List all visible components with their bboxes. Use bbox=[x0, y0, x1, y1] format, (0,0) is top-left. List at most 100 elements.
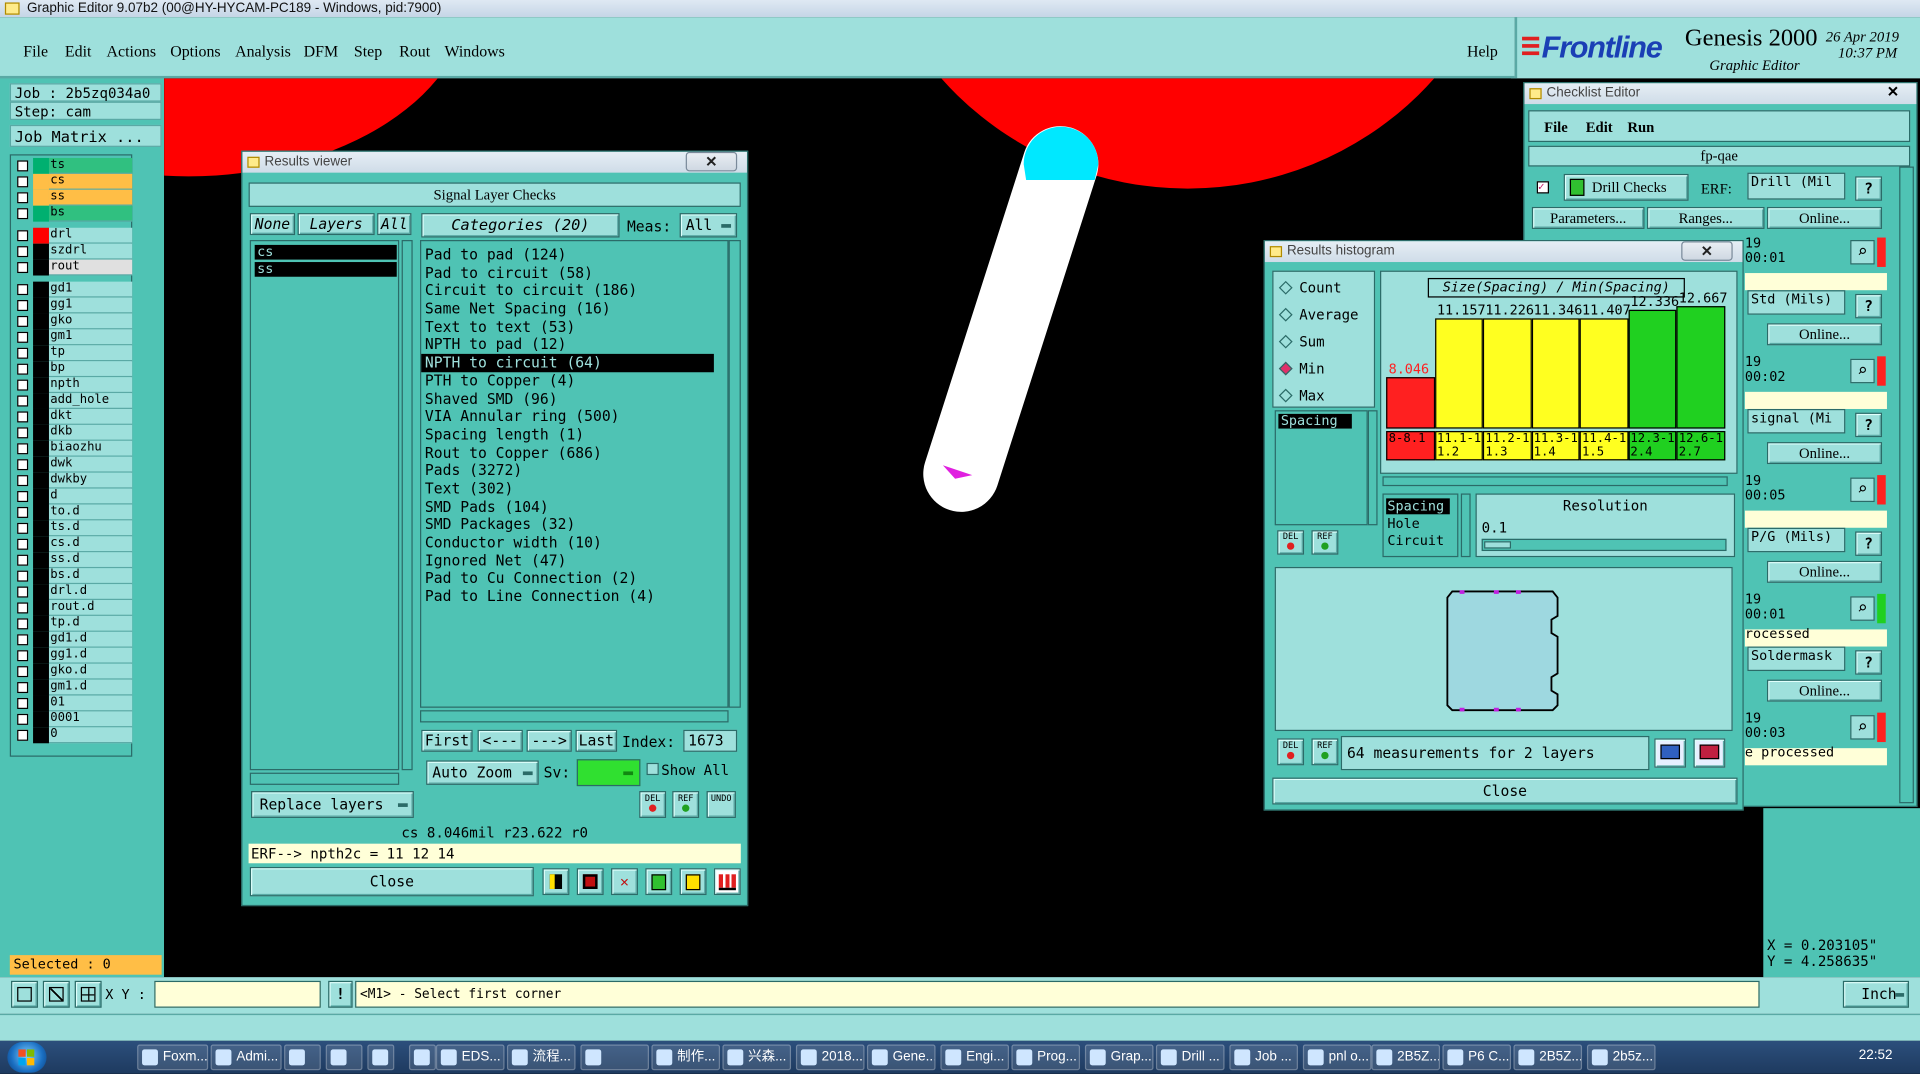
category-item[interactable]: Shaved SMD (96) bbox=[421, 390, 727, 408]
category-item[interactable]: Rout to Copper (686) bbox=[421, 444, 727, 462]
taskbar-item[interactable]: pnl o... bbox=[1302, 1044, 1372, 1071]
layer-color-swatch[interactable] bbox=[33, 189, 49, 206]
category-item[interactable]: Text to text (53) bbox=[421, 318, 727, 336]
layer-row[interactable]: bs bbox=[12, 205, 133, 222]
layer-checkbox[interactable] bbox=[17, 176, 29, 188]
layer-row[interactable]: ss.d bbox=[12, 552, 133, 569]
zoom-tool-button[interactable] bbox=[11, 980, 38, 1008]
layer-color-swatch[interactable] bbox=[33, 243, 49, 260]
delete-result-button[interactable]: DEL bbox=[639, 791, 667, 818]
layer-row[interactable]: 01 bbox=[12, 695, 133, 712]
layer-row[interactable]: gd1.d bbox=[12, 631, 133, 648]
start-button[interactable] bbox=[7, 1042, 47, 1073]
xy-input[interactable] bbox=[154, 980, 321, 1008]
layer-checkbox[interactable] bbox=[17, 411, 29, 423]
layer-checkbox[interactable] bbox=[17, 363, 29, 375]
delete-button[interactable]: DEL bbox=[1277, 530, 1305, 555]
histogram-bar[interactable] bbox=[1531, 318, 1580, 429]
histogram-bar[interactable] bbox=[1627, 309, 1677, 429]
tool-icon[interactable] bbox=[576, 868, 604, 896]
layer-checkbox[interactable] bbox=[17, 713, 29, 725]
layer-color-swatch[interactable] bbox=[33, 488, 49, 505]
scrollbar[interactable] bbox=[1460, 493, 1471, 558]
menu-actions[interactable]: Actions bbox=[107, 42, 157, 62]
layer-row[interactable]: drl bbox=[12, 227, 133, 244]
layer-checkbox[interactable] bbox=[17, 506, 29, 518]
check-erf-field[interactable]: Soldermask bbox=[1747, 646, 1846, 672]
help-button[interactable]: ? bbox=[1855, 412, 1883, 438]
layer-checkbox[interactable] bbox=[17, 284, 29, 296]
layer-checkbox[interactable] bbox=[17, 697, 29, 709]
layer-row[interactable]: npth bbox=[12, 377, 133, 394]
layer-row[interactable]: d bbox=[12, 488, 133, 505]
layer-color-swatch[interactable] bbox=[33, 472, 49, 489]
resolution-slider[interactable] bbox=[1481, 538, 1727, 552]
replace-layers-button[interactable]: Replace layers bbox=[251, 791, 414, 818]
statistic-radio-min[interactable]: Min bbox=[1278, 360, 1325, 377]
checklist-menu-run[interactable]: Run bbox=[1627, 119, 1654, 137]
taskbar-item[interactable]: Grap... bbox=[1084, 1044, 1154, 1071]
layer-row[interactable]: add_hole bbox=[12, 393, 133, 409]
taskbar-item[interactable]: Drill ... bbox=[1155, 1044, 1225, 1071]
parameters-button[interactable]: Parameters... bbox=[1531, 206, 1645, 229]
layer-row[interactable]: dwk bbox=[12, 456, 133, 473]
category-item[interactable]: NPTH to circuit (64) bbox=[421, 354, 714, 373]
layer-checkbox[interactable] bbox=[17, 475, 29, 487]
layer-row[interactable]: bp bbox=[12, 361, 133, 378]
category-item[interactable]: Text (302) bbox=[421, 480, 727, 498]
layer-color-swatch[interactable] bbox=[33, 727, 49, 744]
layer-color-swatch[interactable] bbox=[33, 205, 49, 222]
category-item[interactable]: Spacing length (1) bbox=[421, 426, 727, 444]
layer-checkbox[interactable] bbox=[17, 522, 29, 534]
category-item[interactable]: Pad to Line Connection (4) bbox=[421, 588, 727, 606]
layer-row[interactable]: tp.d bbox=[12, 615, 133, 632]
scrollbar[interactable] bbox=[401, 240, 413, 771]
measure-list[interactable]: Spacing bbox=[1274, 410, 1368, 526]
select-none-button[interactable]: None bbox=[249, 213, 296, 236]
histogram-close-button[interactable]: Close bbox=[1272, 777, 1738, 805]
layer-color-swatch[interactable] bbox=[33, 663, 49, 680]
layer-color-swatch[interactable] bbox=[33, 679, 49, 696]
histogram-bar[interactable] bbox=[1676, 306, 1725, 429]
taskbar-item[interactable]: Gene... bbox=[866, 1044, 936, 1071]
layer-color-swatch[interactable] bbox=[33, 536, 49, 553]
layer-checkbox[interactable] bbox=[17, 538, 29, 550]
category-item[interactable]: VIA Annular ring (500) bbox=[421, 408, 727, 426]
previous-button[interactable]: <--- bbox=[477, 729, 523, 752]
show-all-checkbox[interactable] bbox=[646, 762, 659, 776]
layer-checkbox[interactable] bbox=[17, 427, 29, 439]
tool-icon[interactable] bbox=[679, 868, 707, 896]
list-item[interactable]: cs bbox=[254, 244, 397, 260]
measure-tool-button[interactable] bbox=[42, 980, 70, 1008]
layer-checkbox[interactable] bbox=[17, 634, 29, 646]
checklist-menu-edit[interactable]: Edit bbox=[1586, 119, 1613, 137]
layer-color-swatch[interactable] bbox=[33, 456, 49, 473]
online-button[interactable]: Online... bbox=[1766, 206, 1883, 229]
layer-checkbox[interactable] bbox=[17, 347, 29, 359]
taskbar-item[interactable]: 2b5z... bbox=[1586, 1044, 1656, 1071]
layer-row[interactable]: gd1 bbox=[12, 281, 133, 298]
tool-icon[interactable]: ✕ bbox=[611, 868, 638, 896]
layer-checkbox[interactable] bbox=[17, 491, 29, 503]
npth-slot-shape[interactable] bbox=[923, 126, 1099, 512]
scrollbar[interactable] bbox=[1899, 166, 1914, 804]
menu-analysis[interactable]: Analysis bbox=[235, 42, 291, 62]
category-item[interactable]: Circuit to circuit (186) bbox=[421, 282, 727, 300]
help-button[interactable]: ? bbox=[1855, 531, 1883, 556]
layer-row[interactable]: ss bbox=[12, 189, 133, 206]
layer-checkbox[interactable] bbox=[17, 586, 29, 598]
layer-row[interactable]: to.d bbox=[12, 504, 133, 521]
layer-checkbox[interactable] bbox=[17, 395, 29, 407]
auto-zoom-select[interactable]: Auto Zoom bbox=[426, 760, 539, 785]
menu-file[interactable]: File bbox=[23, 42, 48, 62]
menu-help[interactable]: Help bbox=[1467, 42, 1498, 62]
layer-color-swatch[interactable] bbox=[33, 281, 49, 298]
category-item[interactable]: SMD Packages (32) bbox=[421, 516, 727, 534]
layer-color-swatch[interactable] bbox=[33, 631, 49, 648]
list-item[interactable]: Spacing bbox=[1386, 498, 1450, 515]
histogram-bar[interactable] bbox=[1386, 377, 1435, 429]
close-icon[interactable]: ✕ bbox=[1681, 241, 1733, 261]
export-button[interactable] bbox=[1654, 738, 1687, 768]
menu-windows[interactable]: Windows bbox=[444, 42, 504, 62]
layer-color-swatch[interactable] bbox=[33, 173, 49, 190]
